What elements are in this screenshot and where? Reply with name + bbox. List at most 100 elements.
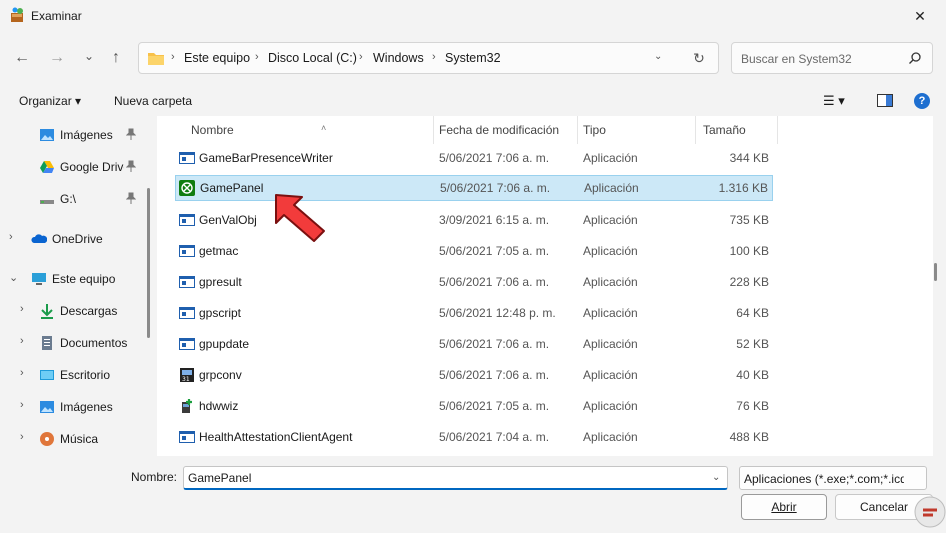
file-type-filter-value: Aplicaciones (*.exe;*.com;*.icd; xyxy=(744,472,904,486)
preview-pane-icon[interactable] xyxy=(877,94,893,107)
column-header-type[interactable]: Tipo xyxy=(577,116,695,144)
arrow-up-icon: ↑ xyxy=(112,49,120,66)
file-size: 52 KB xyxy=(736,337,769,351)
breadcrumb-disco-local[interactable]: Disco Local (C:) xyxy=(268,51,357,65)
file-name-input[interactable] xyxy=(183,466,728,490)
file-type: Aplicación xyxy=(583,337,638,351)
sidebar-item-onedrive[interactable]: › OneDrive xyxy=(0,226,156,252)
sidebar-item-label: G:\ xyxy=(60,192,77,206)
app-window-icon xyxy=(179,307,195,319)
file-name: GameBarPresenceWriter xyxy=(199,151,333,165)
file-type-filter[interactable]: Aplicaciones (*.exe;*.com;*.icd; xyxy=(739,466,927,490)
file-list-scrollbar[interactable] xyxy=(934,263,937,281)
file-row[interactable]: gpscript 5/06/2021 12:48 p. m. Aplicació… xyxy=(175,300,773,326)
file-row[interactable]: GenValObj 3/09/2021 6:15 a. m. Aplicació… xyxy=(175,207,773,233)
view-options-button[interactable]: ☰ ▾ xyxy=(823,93,845,109)
file-name: gpupdate xyxy=(199,337,250,351)
chevron-right-icon[interactable]: › xyxy=(20,431,24,443)
address-bar[interactable]: › Este equipo › Disco Local (C:) › Windo… xyxy=(138,42,719,74)
help-button[interactable]: ? xyxy=(914,93,930,109)
help-icon: ? xyxy=(918,95,926,107)
chevron-right-icon[interactable]: › xyxy=(20,335,24,347)
file-date: 5/06/2021 7:06 a. m. xyxy=(439,275,550,289)
documents-icon xyxy=(42,336,52,350)
file-row[interactable]: hdwwiz 5/06/2021 7:05 a. m. Aplicación 7… xyxy=(175,393,773,419)
sidebar-item-musica[interactable]: › Música xyxy=(0,426,156,452)
sidebar-item-imagenes[interactable]: › Imágenes xyxy=(0,394,156,420)
sidebar-item-imagenes-quick[interactable]: Imágenes xyxy=(0,122,156,148)
file-name: GenValObj xyxy=(199,213,257,227)
address-dropdown-icon[interactable]: ⌄ xyxy=(654,51,662,62)
breadcrumb-separator-icon: › xyxy=(171,51,175,63)
open-button[interactable]: Abrir xyxy=(741,494,827,520)
file-row[interactable]: GameBarPresenceWriter 5/06/2021 7:06 a. … xyxy=(175,145,773,171)
chevron-down-icon[interactable]: ⌄ xyxy=(9,271,18,284)
refresh-button[interactable]: ↻ xyxy=(689,48,709,68)
app-window-icon xyxy=(179,431,195,443)
breadcrumb-este-equipo[interactable]: Este equipo xyxy=(184,51,250,65)
annotation-arrow-icon xyxy=(275,194,325,242)
file-size: 100 KB xyxy=(729,244,769,258)
arrow-right-icon: → xyxy=(49,49,65,66)
breadcrumb-windows[interactable]: Windows xyxy=(373,51,424,65)
sidebar-item-documentos[interactable]: › Documentos xyxy=(0,330,156,356)
hardware-wizard-icon xyxy=(182,399,192,413)
chevron-right-icon[interactable]: › xyxy=(20,367,24,379)
file-row[interactable]: gpupdate 5/06/2021 7:06 a. m. Aplicación… xyxy=(175,331,773,357)
close-button[interactable]: ✕ xyxy=(903,4,937,28)
column-divider[interactable] xyxy=(777,116,778,144)
forward-button[interactable]: → xyxy=(45,46,69,70)
up-button[interactable]: ↑ xyxy=(104,46,128,70)
recent-locations-button[interactable]: ⌄ xyxy=(77,44,101,68)
file-name: gpscript xyxy=(199,306,242,320)
onedrive-icon xyxy=(31,234,47,243)
svg-text:31: 31 xyxy=(182,376,190,383)
sidebar-item-descargas[interactable]: › Descargas xyxy=(0,298,156,324)
file-row[interactable]: getmac 5/06/2021 7:05 a. m. Aplicación 1… xyxy=(175,238,773,264)
search-placeholder: Buscar en System32 xyxy=(741,52,852,66)
column-header-date[interactable]: Fecha de modificación xyxy=(433,116,577,144)
file-type: Aplicación xyxy=(583,151,638,165)
search-icon[interactable] xyxy=(908,51,922,65)
column-header-label: Tamaño xyxy=(703,123,746,137)
column-header-size[interactable]: Tamaño xyxy=(695,116,777,144)
chevron-right-icon[interactable]: › xyxy=(20,303,24,315)
file-name: GamePanel xyxy=(200,181,264,195)
breadcrumb-system32[interactable]: System32 xyxy=(445,51,501,65)
folder-icon xyxy=(148,53,164,65)
chevron-right-icon[interactable]: › xyxy=(9,231,13,243)
sidebar-item-label: Música xyxy=(60,432,99,446)
organize-button[interactable]: Organizar ▾ xyxy=(19,94,81,108)
breadcrumb-separator-icon: › xyxy=(255,51,259,63)
breadcrumb-separator-icon: › xyxy=(432,51,436,63)
file-date: 5/06/2021 7:06 a. m. xyxy=(439,151,550,165)
new-folder-button[interactable]: Nueva carpeta xyxy=(114,94,192,108)
app-window-icon xyxy=(179,245,195,257)
sidebar-item-google-drive[interactable]: Google Drive xyxy=(0,154,156,180)
chevron-right-icon[interactable]: › xyxy=(20,399,24,411)
file-row-selected[interactable]: GamePanel 5/06/2021 7:06 a. m. Aplicació… xyxy=(175,175,773,201)
file-size: 40 KB xyxy=(736,368,769,382)
back-button[interactable]: ← xyxy=(10,46,34,70)
column-header-label: Tipo xyxy=(583,123,606,137)
file-row[interactable]: 31 grpconv 5/06/2021 7:06 a. m. Aplicaci… xyxy=(175,362,773,388)
app-icon xyxy=(11,7,23,22)
file-row[interactable]: gpresult 5/06/2021 7:06 a. m. Aplicación… xyxy=(175,269,773,295)
sidebar-item-label: Descargas xyxy=(60,304,118,318)
file-row[interactable]: HealthAttestationClientAgent 5/06/2021 7… xyxy=(175,424,773,450)
search-input[interactable]: Buscar en System32 xyxy=(731,42,933,74)
close-icon: ✕ xyxy=(914,7,926,24)
column-header-label: Fecha de modificación xyxy=(439,123,560,137)
xbox-icon xyxy=(179,180,195,196)
sidebar-item-este-equipo[interactable]: ⌄ Este equipo xyxy=(0,266,156,292)
music-icon xyxy=(40,432,54,446)
file-name: getmac xyxy=(199,244,239,258)
chevron-down-icon[interactable]: ⌄ xyxy=(712,472,720,483)
column-header-name[interactable]: ˄ Nombre xyxy=(175,116,433,144)
sidebar-scrollbar[interactable] xyxy=(147,188,150,338)
arrow-left-icon: ← xyxy=(14,49,30,66)
sidebar-item-escritorio[interactable]: › Escritorio xyxy=(0,362,156,388)
sidebar-item-g-drive[interactable]: G:\ xyxy=(0,186,156,212)
watermark-logo-icon xyxy=(914,496,946,528)
app-window-icon xyxy=(179,152,195,164)
